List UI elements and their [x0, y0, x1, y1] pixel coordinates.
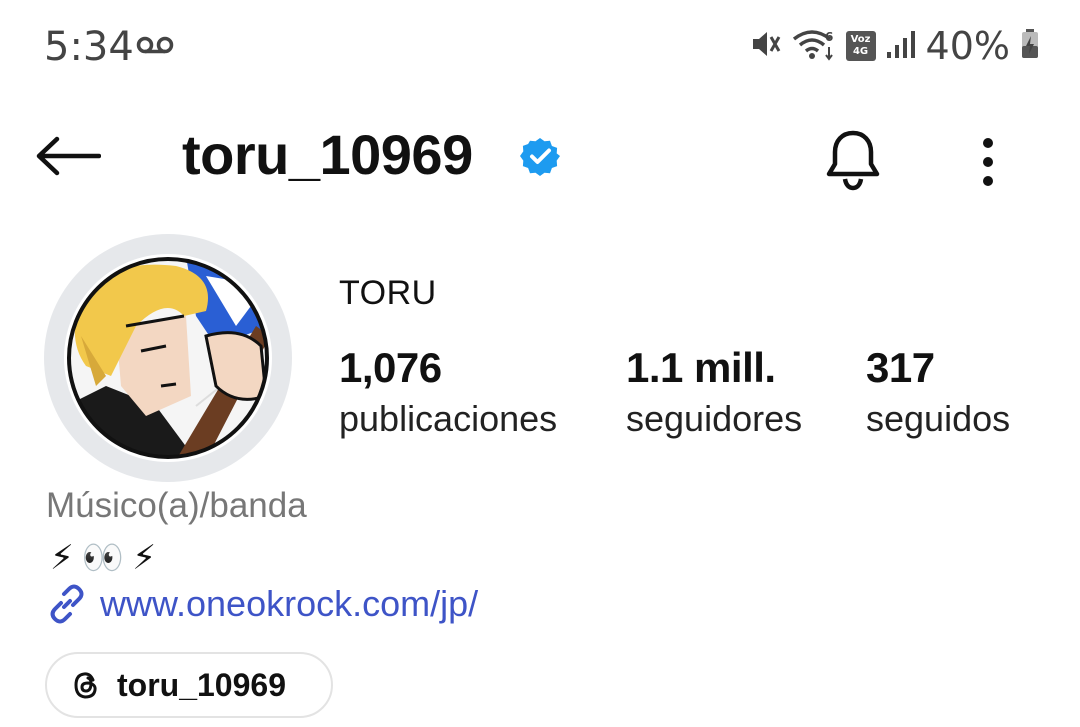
volte-bottom-text: 4G [852, 46, 869, 57]
verified-badge-icon [520, 136, 560, 181]
status-icons: 6 Voz 4G 40% [750, 24, 1040, 68]
bio-emojis: ⚡ 👀 ⚡ [50, 536, 156, 580]
profile-avatar[interactable] [44, 234, 292, 482]
display-name: TORU [339, 274, 437, 312]
posts-label: publicaciones [339, 398, 558, 439]
wifi-icon: 6 [792, 27, 836, 66]
notifications-button[interactable] [818, 120, 888, 200]
svg-text:6: 6 [825, 30, 833, 44]
volte-top-text: Voz [850, 34, 871, 45]
followers-stat[interactable]: 1.1 mill. seguidores [626, 342, 802, 444]
volte-icon: Voz 4G [845, 31, 876, 61]
website-link[interactable]: www.oneokrock.com/jp/ [46, 583, 478, 625]
battery-icon [1020, 28, 1040, 65]
voicemail-icon [136, 35, 174, 60]
battery-percent: 40% [925, 24, 1010, 68]
following-label: seguidos [866, 398, 1011, 439]
posts-stat[interactable]: 1,076 publicaciones [339, 342, 557, 444]
following-count: 317 [866, 344, 935, 391]
more-options-button[interactable] [966, 124, 1010, 200]
following-stat[interactable]: 317 seguidos [866, 342, 1010, 444]
avatar-image [64, 254, 272, 462]
signal-icon [886, 28, 916, 65]
status-time: 5:34 [44, 24, 134, 70]
posts-count: 1,076 [339, 344, 442, 391]
bio-emoji: 👀 [81, 539, 125, 577]
threads-profile-button[interactable]: toru_10969 [45, 652, 333, 718]
threads-handle: toru_10969 [117, 666, 286, 703]
profile-username: toru_10969 [182, 123, 473, 186]
back-button[interactable] [30, 126, 106, 186]
bell-icon [826, 130, 880, 191]
bio-emoji: ⚡ [50, 539, 74, 577]
website-url: www.oneokrock.com/jp/ [100, 583, 479, 624]
mute-icon [750, 28, 782, 65]
followers-label: seguidores [626, 398, 803, 439]
more-vertical-icon [983, 138, 993, 186]
status-bar: 5:34 6 Voz 4G 40% [0, 0, 1080, 92]
link-icon [50, 584, 84, 624]
profile-header: toru_10969 [0, 110, 1080, 200]
bio-emoji: ⚡ [132, 539, 157, 577]
threads-icon [74, 672, 97, 699]
back-arrow-icon [36, 136, 101, 176]
followers-count: 1.1 mill. [626, 344, 776, 391]
profile-category: Músico(a)/banda [46, 486, 307, 525]
